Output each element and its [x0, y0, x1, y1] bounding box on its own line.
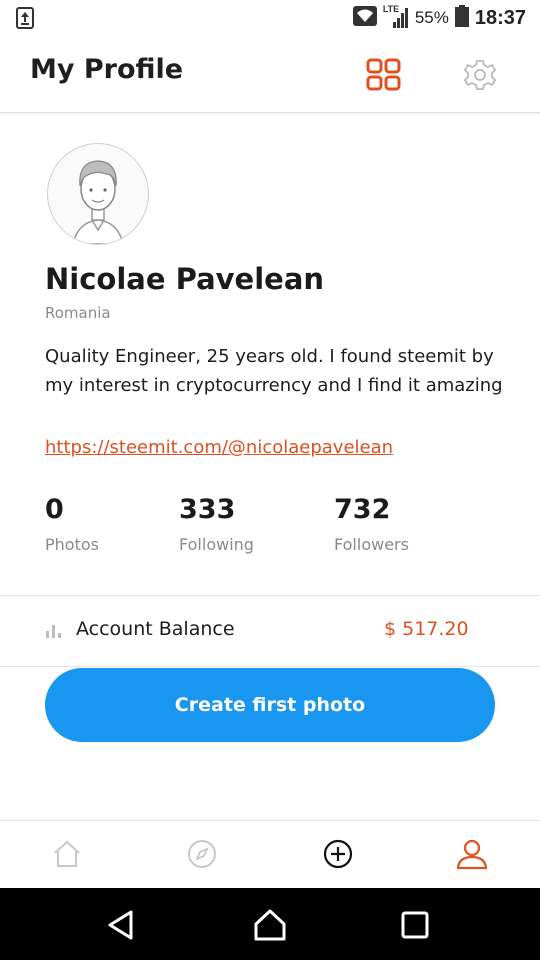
home-button[interactable] — [253, 908, 287, 942]
bar-chart-icon — [45, 623, 63, 639]
profile-location: Romania — [45, 304, 111, 322]
user-icon — [456, 839, 488, 870]
stat-followers[interactable]: 732 Followers — [334, 494, 409, 554]
tab-explore[interactable] — [186, 838, 218, 870]
balance-label: Account Balance — [76, 618, 235, 640]
wifi-icon — [352, 5, 377, 31]
avatar[interactable] — [47, 143, 149, 245]
stat-value: 333 — [179, 494, 236, 525]
clock: 18:37 — [474, 6, 526, 29]
stat-following[interactable]: 333 Following — [179, 494, 254, 554]
recents-button[interactable] — [398, 908, 432, 942]
home-icon — [54, 840, 80, 867]
tab-home[interactable] — [51, 838, 83, 870]
tab-add[interactable] — [322, 838, 354, 870]
stat-photos[interactable]: 0 Photos — [45, 494, 99, 554]
grid-icon — [366, 58, 401, 91]
stat-label: Photos — [45, 535, 99, 554]
bottom-tab-bar — [0, 820, 540, 889]
system-navigation-bar — [0, 888, 540, 960]
grid-view-button[interactable] — [366, 58, 402, 92]
signal-icon: LTE — [383, 4, 409, 32]
app-header: My Profile — [0, 36, 540, 113]
account-balance-row[interactable]: Account Balance $ 517.20 — [0, 596, 540, 666]
stat-label: Followers — [334, 535, 409, 554]
page-title: My Profile — [30, 54, 184, 85]
profile-bio: Quality Engineer, 25 years old. I found … — [45, 346, 503, 396]
create-first-photo-button[interactable]: Create first photo — [45, 668, 495, 742]
back-icon — [108, 910, 133, 940]
divider — [0, 666, 540, 667]
back-button[interactable] — [104, 908, 138, 942]
stat-value: 732 — [334, 494, 391, 525]
recents-icon — [401, 911, 429, 939]
stat-label: Following — [179, 535, 254, 554]
battery-percent: 55% — [414, 8, 449, 27]
tab-profile[interactable] — [456, 838, 488, 870]
settings-button[interactable] — [463, 58, 497, 92]
stat-value: 0 — [45, 494, 64, 525]
home-nav-icon — [254, 909, 286, 941]
status-bar: LTE 55% 18:37 — [0, 0, 540, 36]
plus-circle-icon — [323, 839, 353, 869]
profile-name: Nicolae Pavelean — [45, 262, 325, 296]
gear-icon — [463, 60, 497, 90]
compass-icon — [188, 840, 216, 868]
battery-icon — [454, 4, 469, 32]
profile-link[interactable]: https://steemit.com/@nicolaepavelean — [45, 437, 393, 458]
upload-notification-icon — [16, 7, 34, 33]
balance-value: $ 517.20 — [384, 618, 469, 640]
